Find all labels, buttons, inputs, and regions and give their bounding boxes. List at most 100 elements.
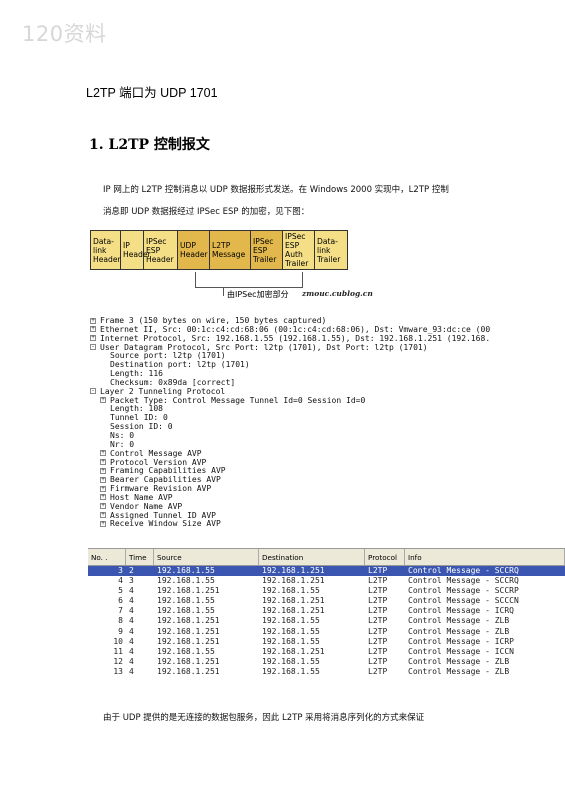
expand-icon[interactable]: + <box>90 335 96 342</box>
port-subtitle: L2TP 端口为 UDP 1701 <box>86 86 218 100</box>
packet-list: No. . Time Source Destination Protocol Info 3… <box>88 548 565 677</box>
tree-node[interactable]: Session ID: 0 <box>88 422 565 432</box>
packet-cell-dst: 192.168.1.55 <box>262 666 320 676</box>
packet-cell-src: 192.168.1.55 <box>157 596 215 606</box>
expand-icon[interactable]: + <box>100 520 106 527</box>
tree-node-label: Ethernet II, Src: 00:1c:c4:cd:68:06 (00:… <box>100 324 491 334</box>
packet-row[interactable]: 5 4 192.168.1.251 192.168.1.55 L2TP Control M… <box>88 586 565 597</box>
column-header[interactable]: No. . <box>88 549 126 565</box>
blog-watermark: zmouc.cublog.cn <box>302 289 373 298</box>
expand-icon[interactable]: + <box>100 450 106 457</box>
packet-cell-time: 4 <box>129 656 134 666</box>
packet-row[interactable]: 3 2 192.168.1.55 192.168.1.251 L2TP Control M… <box>88 566 565 577</box>
packet-row[interactable]: 12 4 192.168.1.251 192.168.1.55 L2TP Control … <box>88 656 565 667</box>
packet-row[interactable]: 4 3 192.168.1.55 192.168.1.251 L2TP Control M… <box>88 576 565 587</box>
packet-row[interactable]: 8 4 192.168.1.251 192.168.1.55 L2TP Control M… <box>88 616 565 627</box>
spacer-icon <box>100 415 106 421</box>
packet-row[interactable]: 7 4 192.168.1.55 192.168.1.251 L2TP Control M… <box>88 606 565 617</box>
spacer-icon <box>100 379 106 385</box>
packet-cell-dst: 192.168.1.55 <box>262 636 320 646</box>
diagram-box: IPSec ESP Auth Trailer <box>283 231 315 269</box>
packet-row[interactable]: 10 4 192.168.1.251 192.168.1.55 L2TP Control … <box>88 636 565 647</box>
expand-icon[interactable]: + <box>90 317 96 324</box>
packet-row[interactable]: 11 4 192.168.1.55 192.168.1.251 L2TP Control … <box>88 646 565 657</box>
packet-cell-no: 10 <box>113 636 123 646</box>
packet-cell-info: Control Message - ZLB <box>408 616 510 626</box>
diagram-box: UDP Header <box>178 231 210 269</box>
packet-cell-src: 192.168.1.55 <box>157 566 215 575</box>
packet-cell-info: Control Message - ICRQ <box>408 606 514 616</box>
tree-node-label: Protocol Version AVP <box>110 457 207 467</box>
packet-cell-dst: 192.168.1.251 <box>262 606 325 616</box>
tree-node-label: Tunnel ID: 0 <box>110 413 168 423</box>
diagram-box: IPSec ESP Header <box>144 231 178 269</box>
collapse-icon[interactable]: - <box>90 388 96 395</box>
tree-node-label: Receive Window Size AVP <box>110 519 221 529</box>
expand-icon[interactable]: + <box>100 485 106 492</box>
tree-node[interactable]: + Receive Window Size AVP <box>88 519 565 529</box>
tree-node-label: Layer 2 Tunneling Protocol <box>100 386 226 396</box>
expand-icon[interactable]: + <box>100 459 106 465</box>
packet-cell-no: 12 <box>113 656 123 666</box>
tree-node-label: User Datagram Protocol, Src Port: l2tp (… <box>100 342 428 352</box>
expand-icon[interactable]: + <box>100 397 106 404</box>
packet-row[interactable]: 13 4 192.168.1.251 192.168.1.55 L2TP Control … <box>88 666 565 677</box>
column-header[interactable]: Source <box>154 549 259 565</box>
column-header[interactable]: Time <box>126 549 154 565</box>
collapse-icon[interactable]: - <box>90 344 96 351</box>
diagram-box: Data- link Header <box>91 231 121 269</box>
packet-cell-src: 192.168.1.251 <box>157 626 220 636</box>
packet-cell-no: 5 <box>118 586 123 596</box>
spacer-icon <box>100 432 106 438</box>
tree-node-label: Frame 3 (150 bytes on wire, 150 bytes ca… <box>100 317 327 325</box>
expand-icon[interactable]: + <box>100 503 106 510</box>
packet-cell-dst: 192.168.1.55 <box>262 656 320 666</box>
packet-cell-dst: 192.168.1.55 <box>262 586 320 596</box>
packet-cell-no: 9 <box>118 626 123 636</box>
packet-cell-no: 6 <box>118 596 123 606</box>
packet-cell-src: 192.168.1.251 <box>157 656 220 666</box>
paragraph-line-1: IP 网上的 L2TP 控制消息以 UDP 数据报形式发送。在 Windows … <box>103 185 449 195</box>
packet-cell-time: 4 <box>129 616 134 626</box>
tree-node-label: Source port: l2tp (1701) <box>110 351 226 361</box>
packet-row[interactable]: 6 4 192.168.1.55 192.168.1.251 L2TP Control M… <box>88 596 565 607</box>
packet-cell-no: 7 <box>118 606 123 616</box>
packet-row[interactable]: 9 4 192.168.1.251 192.168.1.55 L2TP Control M… <box>88 626 565 637</box>
packet-cell-no: 8 <box>118 616 123 626</box>
tree-node[interactable]: Ns: 0 <box>88 431 565 441</box>
encryption-bracket-tick <box>223 287 224 296</box>
paragraph-line-2: 消息即 UDP 数据报经过 IPSec ESP 的加密，见下图： <box>103 207 310 217</box>
packet-cell-proto: L2TP <box>368 646 388 656</box>
expand-icon[interactable]: + <box>100 476 106 483</box>
tree-node-label: Session ID: 0 <box>110 422 173 432</box>
packet-cell-no: 13 <box>113 666 123 676</box>
tree-node-label: Bearer Capabilities AVP <box>110 475 221 485</box>
packet-cell-src: 192.168.1.55 <box>157 576 215 586</box>
packet-cell-proto: L2TP <box>368 666 388 676</box>
tree-node-label: Length: 116 <box>110 369 163 379</box>
diagram-box: IPSec ESP Trailer <box>251 231 283 269</box>
expand-icon[interactable]: + <box>100 494 106 501</box>
tree-node-label: Destination port: l2tp (1701) <box>110 360 250 370</box>
packet-details-tree: + Frame 3 (150 bytes on wire, 150 bytes c… <box>88 317 565 531</box>
expand-icon[interactable]: + <box>100 512 106 519</box>
packet-structure-diagram: Data- link Header IP Header IPSec ESP Head… <box>90 230 348 270</box>
tree-node-label: Length: 108 <box>110 404 163 414</box>
packet-cell-proto: L2TP <box>368 656 388 666</box>
packet-cell-time: 4 <box>129 636 134 646</box>
packet-cell-info: Control Message - SCCRQ <box>408 576 519 586</box>
encryption-bracket <box>195 272 303 288</box>
watermark: 120资料 <box>22 22 107 46</box>
packet-list-header: No. . Time Source Destination Protocol Info <box>88 549 565 566</box>
packet-cell-info: Control Message - ZLB <box>408 656 510 666</box>
expand-icon[interactable]: + <box>100 467 106 474</box>
spacer-icon <box>100 424 106 430</box>
encryption-bracket-label: 由IPSec加密部分 <box>227 290 289 299</box>
column-header[interactable]: Destination <box>259 549 365 565</box>
column-header[interactable]: Info <box>405 549 565 565</box>
packet-cell-proto: L2TP <box>368 596 388 606</box>
tree-node-label: Firmware Revision AVP <box>110 484 212 494</box>
expand-icon[interactable]: + <box>90 326 96 333</box>
column-header[interactable]: Protocol <box>365 549 405 565</box>
tree-node-label: Internet Protocol, Src: 192.168.1.55 (19… <box>100 333 491 343</box>
